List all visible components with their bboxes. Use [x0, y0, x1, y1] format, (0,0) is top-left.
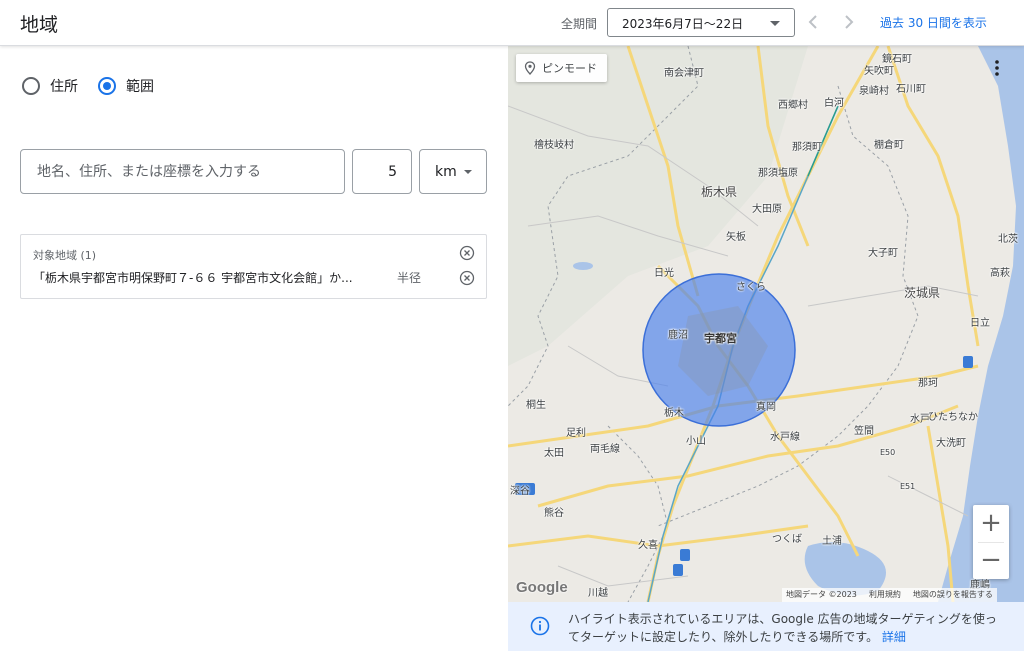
show-last-30-days-link[interactable]: 過去 30 日間を表示 — [880, 14, 987, 31]
map-label: 南会津町 — [664, 68, 704, 79]
map-label: 矢吹町 — [864, 66, 894, 77]
map-label: 熊谷 — [544, 508, 564, 519]
targeted-location-item: 「栃木県宇都宮市明保野町７-６６ 宇都宮市文化会館」か... — [33, 271, 353, 285]
caret-down-icon — [770, 21, 780, 26]
address-radio-label[interactable]: 住所 — [50, 76, 78, 96]
map-label: 泉崎村 — [859, 86, 889, 97]
map-label: 白河 — [824, 98, 844, 109]
map-data-credit: 地図データ ©2023 — [786, 590, 857, 599]
map-label: ひたちなか — [928, 412, 978, 423]
map-label: 高萩 — [990, 268, 1010, 279]
info-message: ハイライト表示されているエリアは、Google 広告の地域ターゲティングを使って… — [568, 612, 997, 644]
map-label: 北茨 — [998, 234, 1018, 245]
map-label: 栃木 — [664, 408, 684, 419]
terms-link[interactable]: 利用規約 — [869, 589, 901, 601]
targeted-locations-box: 対象地域 (1) 「栃木県宇都宮市明保野町７-６６ 宇都宮市文化会館」か... … — [20, 234, 487, 299]
pin-mode-label: ピンモード — [542, 62, 597, 75]
map-label: 水戸 — [910, 414, 930, 425]
map-label: 桐生 — [526, 400, 546, 411]
pin-mode-button[interactable]: ピンモード — [516, 54, 607, 82]
zoom-out-button[interactable]: − — [973, 542, 1009, 579]
zoom-in-button[interactable]: + — [973, 505, 1009, 542]
targeted-location-type: 半径 — [397, 271, 422, 285]
map-label: 土浦 — [822, 536, 842, 547]
date-range-select[interactable]: 2023年6月7日〜22日 — [607, 8, 795, 37]
map-label: 水戸線 — [770, 432, 800, 443]
map-label: 日光 — [654, 268, 674, 279]
map-label: 宇都宮 — [704, 332, 737, 345]
radius-radio-label[interactable]: 範囲 — [126, 76, 154, 96]
map-label: 大田原 — [752, 204, 782, 215]
location-pin-icon — [524, 61, 536, 75]
map-label: 真岡 — [756, 402, 776, 413]
map-attribution: 地図データ ©2023 利用規約 地図の誤りを報告する — [782, 588, 997, 602]
map-label: 那須町 — [792, 142, 822, 153]
map-label: 西郷村 — [778, 100, 808, 111]
date-range-value: 2023年6月7日〜22日 — [622, 17, 744, 31]
info-icon — [530, 616, 550, 636]
info-text: ハイライト表示されているエリアは、Google 広告の地域ターゲティングを使って… — [568, 610, 1008, 646]
page-title: 地域 — [20, 14, 59, 36]
chevron-right-icon[interactable] — [837, 10, 861, 34]
map-label: 檜枝岐村 — [534, 140, 574, 151]
radius-radio[interactable] — [98, 77, 116, 95]
map-label: 那須塩原 — [758, 168, 798, 179]
more-vert-icon[interactable] — [992, 58, 1002, 78]
address-radio[interactable] — [22, 77, 40, 95]
map-label: 川越 — [588, 588, 608, 599]
caret-down-icon — [464, 170, 472, 174]
map-label: 矢板 — [726, 232, 746, 243]
map-label: 小山 — [686, 436, 706, 447]
location-panel: 住所 範囲 km 対象地域 (1) 「栃木県宇都宮市明保野町７-６６ 宇都宮市文… — [0, 46, 508, 651]
info-banner: ハイライト表示されているエリアは、Google 広告の地域ターゲティングを使って… — [508, 602, 1024, 651]
map-label: 鹿沼 — [668, 330, 688, 341]
learn-more-link[interactable]: 詳細 — [882, 630, 906, 644]
top-header: 地域 全期間 2023年6月7日〜22日 過去 30 日間を表示 — [0, 0, 1024, 46]
report-error-link[interactable]: 地図の誤りを報告する — [913, 589, 993, 601]
map-label: 大子町 — [868, 248, 898, 259]
unit-value: km — [435, 164, 457, 180]
map-label: 石川町 — [896, 84, 926, 95]
map-label: E51 — [900, 482, 916, 491]
radius-value-input[interactable] — [352, 149, 412, 194]
google-logo: Google — [516, 579, 568, 596]
map-label: 栃木県 — [701, 185, 738, 199]
targeted-locations-header: 対象地域 (1) — [33, 249, 97, 262]
zoom-control: + − — [973, 505, 1009, 579]
map-label: 深谷 — [510, 486, 530, 497]
map-label: 大洗町 — [936, 438, 966, 449]
map-label: 日立 — [970, 318, 990, 329]
map-label: 久喜 — [638, 540, 658, 551]
map-label: 両毛線 — [590, 444, 620, 455]
map-label: 笠間 — [854, 426, 874, 437]
location-search-input[interactable] — [20, 149, 345, 194]
map-label: 那珂 — [918, 378, 938, 389]
remove-all-icon[interactable] — [459, 245, 475, 261]
period-label: 全期間 — [561, 17, 598, 31]
map-label: 足利 — [566, 428, 586, 439]
mode-radio-group: 住所 範囲 — [22, 76, 174, 96]
unit-select[interactable]: km — [419, 149, 487, 194]
chevron-left-icon[interactable] — [801, 10, 825, 34]
map-label: 棚倉町 — [874, 140, 904, 151]
remove-location-icon[interactable] — [459, 270, 475, 286]
map-label: つくば — [772, 534, 802, 545]
map-base — [508, 46, 1024, 602]
map-label: E50 — [880, 448, 896, 457]
map-label: 茨城県 — [904, 286, 941, 300]
map-label: さくら — [736, 282, 766, 293]
map-label: 太田 — [544, 448, 564, 459]
map-view[interactable]: 南会津町 鏡石町 矢吹町 泉崎村 石川町 西郷村 白河 檜枝岐村 那須町 棚倉町… — [508, 46, 1024, 651]
